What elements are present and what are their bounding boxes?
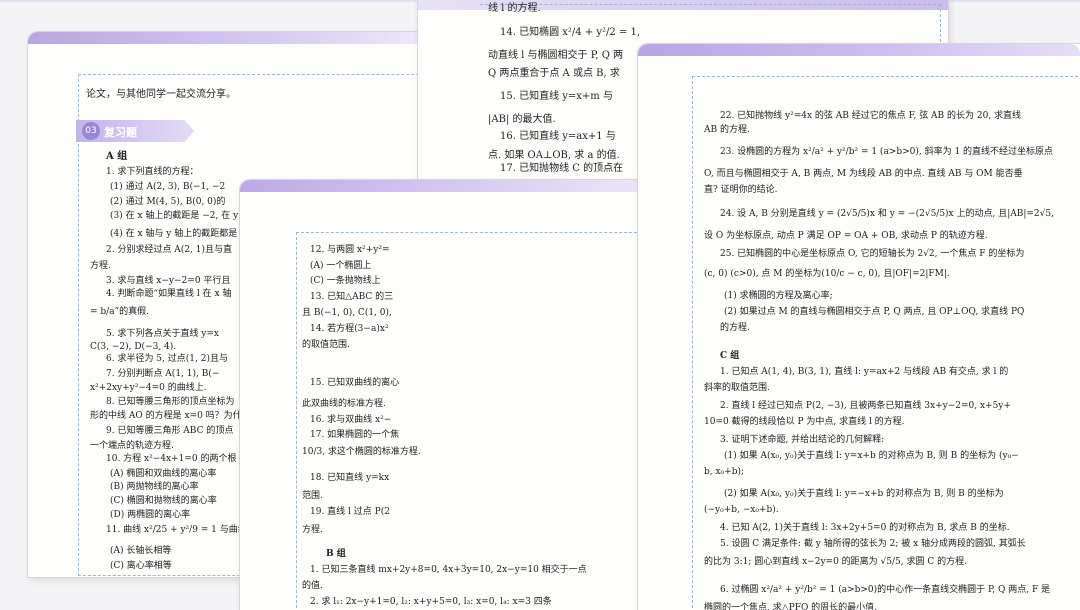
sheet-header-bar bbox=[638, 44, 1080, 56]
problem-line: = b/a”的真假. bbox=[90, 307, 150, 317]
problem-line: (4) 在 x 轴与 y 轴上的截距都是 bbox=[110, 229, 238, 239]
problem-line: 17. 已知抛物线 C 的顶点在 bbox=[500, 163, 624, 174]
problem-line: 7. 分别判断点 A(1, 1), B(− bbox=[106, 369, 220, 379]
problem-line: 6. 过椭圆 x²/a² + y²/b² = 1 (a>b>0)的中心作一条直线… bbox=[720, 585, 1051, 595]
problem-line: 2. 直线 l 经过已知点 P(2, −3), 且被两条已知直线 3x+y−2=… bbox=[720, 401, 1011, 411]
sheet-header-bar bbox=[28, 32, 428, 44]
problem-line: 4. 判断命题“如果直线 l 在 x 轴 bbox=[106, 289, 232, 299]
problem-line: (2) 如果 A(x₀, y₀)关于直线 l: y=−x+b 的对称点为 B, … bbox=[724, 489, 1004, 499]
problem-line: (1) 如果 A(x₀, y₀)关于直线 l: y=x+b 的对称点为 B, 则… bbox=[724, 451, 1019, 461]
problem-line: b, x₀+b); bbox=[704, 467, 745, 477]
page-sheet-2: 12. 与两圆 x²+y²= (A) 一个椭圆上 (C) 一条抛物线上 13. 已知△… bbox=[240, 180, 645, 610]
problem-line: 范围. bbox=[302, 491, 323, 501]
problem-line: 24. 设 A, B 分别是直线 y = (2√5/5)x 和 y = −(2√… bbox=[720, 209, 1054, 219]
problem-line: 23. 设椭圆的方程为 x²/a² + y²/b² = 1 (a>b>0), 斜… bbox=[720, 147, 1054, 157]
problem-line: 形的中线 AO 的方程是 x=0 吗？为什 bbox=[90, 411, 242, 421]
problem-line: 5. 求下列各点关于直线 y=x bbox=[106, 329, 220, 339]
problem-line: (A) 长轴长相等 bbox=[110, 546, 172, 556]
badge-number: 03 bbox=[82, 122, 100, 140]
problem-line: 10=0 截得的线段恰以 P 为中点, 求直线 l 的方程. bbox=[704, 417, 905, 427]
problem-line: (2) 如果过点 M 的直线与椭圆相交于点 P, Q 两点, 且 OP⊥OQ, … bbox=[724, 307, 1025, 317]
problem-line: (3) 在 x 轴上的截距是 −2, 在 y bbox=[110, 211, 239, 221]
problem-line: 且 B(−1, 0), C(1, 0), bbox=[302, 308, 392, 318]
problem-line: (−y₀+b, −x₀+b). bbox=[704, 505, 779, 515]
problem-line: 15. 已知直线 y=x+m 与 bbox=[500, 91, 613, 102]
problem-line: 3. 证明下述命题, 并给出结论的几何解释: bbox=[720, 435, 885, 445]
problem-line: 9. 已知等腰三角形 ABC 的顶点 bbox=[106, 426, 234, 436]
problem-line: 方程. bbox=[90, 261, 111, 271]
problem-line: 的方程. bbox=[720, 323, 750, 333]
problem-line: (A) 一个椭圆上 bbox=[310, 261, 372, 271]
problem-line: 椭圆的一个焦点, 求△PFQ 的周长的最小值. bbox=[704, 603, 878, 610]
problem-line: 14. 已知椭圆 x²/4 + y²/2 = 1, bbox=[500, 27, 641, 38]
problem-line: 15. 已知双曲线的离心 bbox=[310, 378, 400, 388]
problem-line: 2. 分别求经过点 A(2, 1)且与直 bbox=[106, 245, 233, 255]
problem-line: 2. 求 l₁: 2x−y+1=0, l₂: x+y+5=0, l₃: x=0,… bbox=[310, 597, 552, 607]
problem-line: 动直线 l 与椭圆相交于 P, Q 两 bbox=[488, 50, 624, 61]
problem-line: 线 l 的方程. bbox=[488, 3, 541, 14]
problem-line: |AB| 的最大值. bbox=[488, 114, 556, 125]
problem-line: (C) 椭圆和抛物线的离心率 bbox=[110, 496, 217, 506]
problem-line: 10/3, 求这个椭圆的标准方程. bbox=[302, 447, 421, 457]
problem-line: 10. 方程 x²−4x+1=0 的两个根 bbox=[106, 454, 237, 464]
problem-line: (C) 一条抛物线上 bbox=[310, 276, 381, 286]
intro-text: 论文，与其他同学一起交流分享。 bbox=[86, 89, 236, 100]
problem-line: 1. 已知点 A(1, 4), B(3, 1), 直线 l: y=ax+2 与线… bbox=[720, 367, 1009, 377]
problem-line: O, 而且与椭圆相交于 A, B 两点, M 为线段 AB 的中点. 直线 AB… bbox=[704, 169, 1023, 179]
problem-line: B 组 bbox=[326, 549, 346, 559]
problem-line: (1) 求椭圆的方程及离心率; bbox=[724, 291, 833, 301]
problem-line: (A) 椭圆和双曲线的离心率 bbox=[110, 469, 217, 479]
problem-line: 3. 求与直线 x−y−2=0 平行且 bbox=[106, 276, 231, 286]
problem-line: 12. 与两圆 x²+y²= bbox=[310, 245, 390, 255]
review-badge: 03 复习题 bbox=[76, 120, 194, 142]
problem-line: (2) 通过 M(4, 5), B(0, 0)的 bbox=[110, 197, 226, 207]
problem-line: (D) 两椭圆的离心率 bbox=[110, 510, 191, 520]
problem-line: 8. 已知等腰三角形的顶点坐标为 bbox=[106, 397, 235, 407]
problem-line: 13. 已知△ABC 的三 bbox=[310, 292, 394, 302]
problem-line: 19. 直线 l 过点 P(2 bbox=[310, 507, 390, 517]
problem-line: C 组 bbox=[720, 351, 740, 361]
problem-line: 25. 已知椭圆的中心是坐标原点 O, 它的短轴长为 2√2, 一个焦点 F 的… bbox=[720, 249, 1025, 259]
problem-line: 18. 已知直线 y=kx bbox=[310, 473, 390, 483]
problem-line: x²+2xy+y²−4=0 的曲线上. bbox=[90, 383, 207, 393]
problem-line: 点. 如果 OA⊥OB, 求 a 的值. bbox=[488, 150, 620, 161]
problem-line: AB 的方程. bbox=[704, 125, 750, 135]
problem-line: 6. 求半径为 5, 过点(1, 2)且与 bbox=[106, 354, 228, 364]
problem-line: 17. 如果椭圆的一个焦 bbox=[310, 430, 400, 440]
problem-line: (C) 离心率相等 bbox=[110, 561, 172, 571]
problem-line: 此双曲线的标准方程. bbox=[302, 399, 386, 409]
page-sheet-4: 22. 已知抛物线 y²=4x 的弦 AB 经过它的焦点 F, 弦 AB 的长为… bbox=[638, 44, 1080, 610]
problem-line: (1) 通过 A(2, 3), B(−1, −2 bbox=[110, 182, 226, 192]
problem-line: (c, 0) (c>0), 点 M 的坐标为(10/c − c, 0), 且|O… bbox=[704, 269, 950, 279]
problem-line: 16. 已知直线 y=ax+1 与 bbox=[500, 131, 616, 142]
problem-line: 4. 已知 A(2, 1)关于直线 l: 3x+2y+5=0 的对称点为 B, … bbox=[720, 523, 1010, 533]
problem-line: 1. 已知三条直线 mx+2y+8=0, 4x+3y=10, 2x−y=10 相… bbox=[310, 565, 587, 575]
problem-line: Q 两点重合于点 A 或点 B, 求 bbox=[488, 68, 620, 79]
problem-line: 14. 若方程(3−a)x² bbox=[310, 324, 389, 334]
problem-line: C(3, −2), D(−3, 4). bbox=[90, 342, 177, 352]
problem-line: 直? 证明你的结论. bbox=[704, 185, 778, 195]
badge-label: 复习题 bbox=[104, 126, 137, 139]
problem-line: 1. 求下列直线的方程： bbox=[106, 167, 199, 177]
problem-line: (B) 两抛物线的离心率 bbox=[110, 482, 199, 492]
problem-line: 设 O 为坐标原点, 动点 P 满足 OP = OA + OB, 求动点 P 的… bbox=[704, 231, 988, 241]
problem-line: 的取值范围. bbox=[302, 340, 350, 350]
group-a-heading: A 组 bbox=[106, 151, 128, 162]
problem-line: 22. 已知抛物线 y²=4x 的弦 AB 经过它的焦点 F, 弦 AB 的长为… bbox=[720, 111, 1022, 121]
sheet-header-bar bbox=[240, 180, 645, 192]
problem-line: 16. 求与双曲线 x²− bbox=[310, 415, 392, 425]
problem-line: 斜率的取值范围. bbox=[704, 383, 770, 393]
problem-line: 的比为 3:1; 圆心到直线 x−2y=0 的距离为 √5/5, 求圆 C 的方… bbox=[704, 557, 967, 567]
problem-line: 方程. bbox=[302, 525, 323, 535]
problem-line: 的值. bbox=[302, 581, 323, 591]
problem-line: 5. 设圆 C 满足条件: 截 y 轴所得的弦长为 2; 被 x 轴分成两段的圆… bbox=[720, 539, 1026, 549]
problem-line: 一个端点的轨迹方程. bbox=[90, 441, 174, 451]
